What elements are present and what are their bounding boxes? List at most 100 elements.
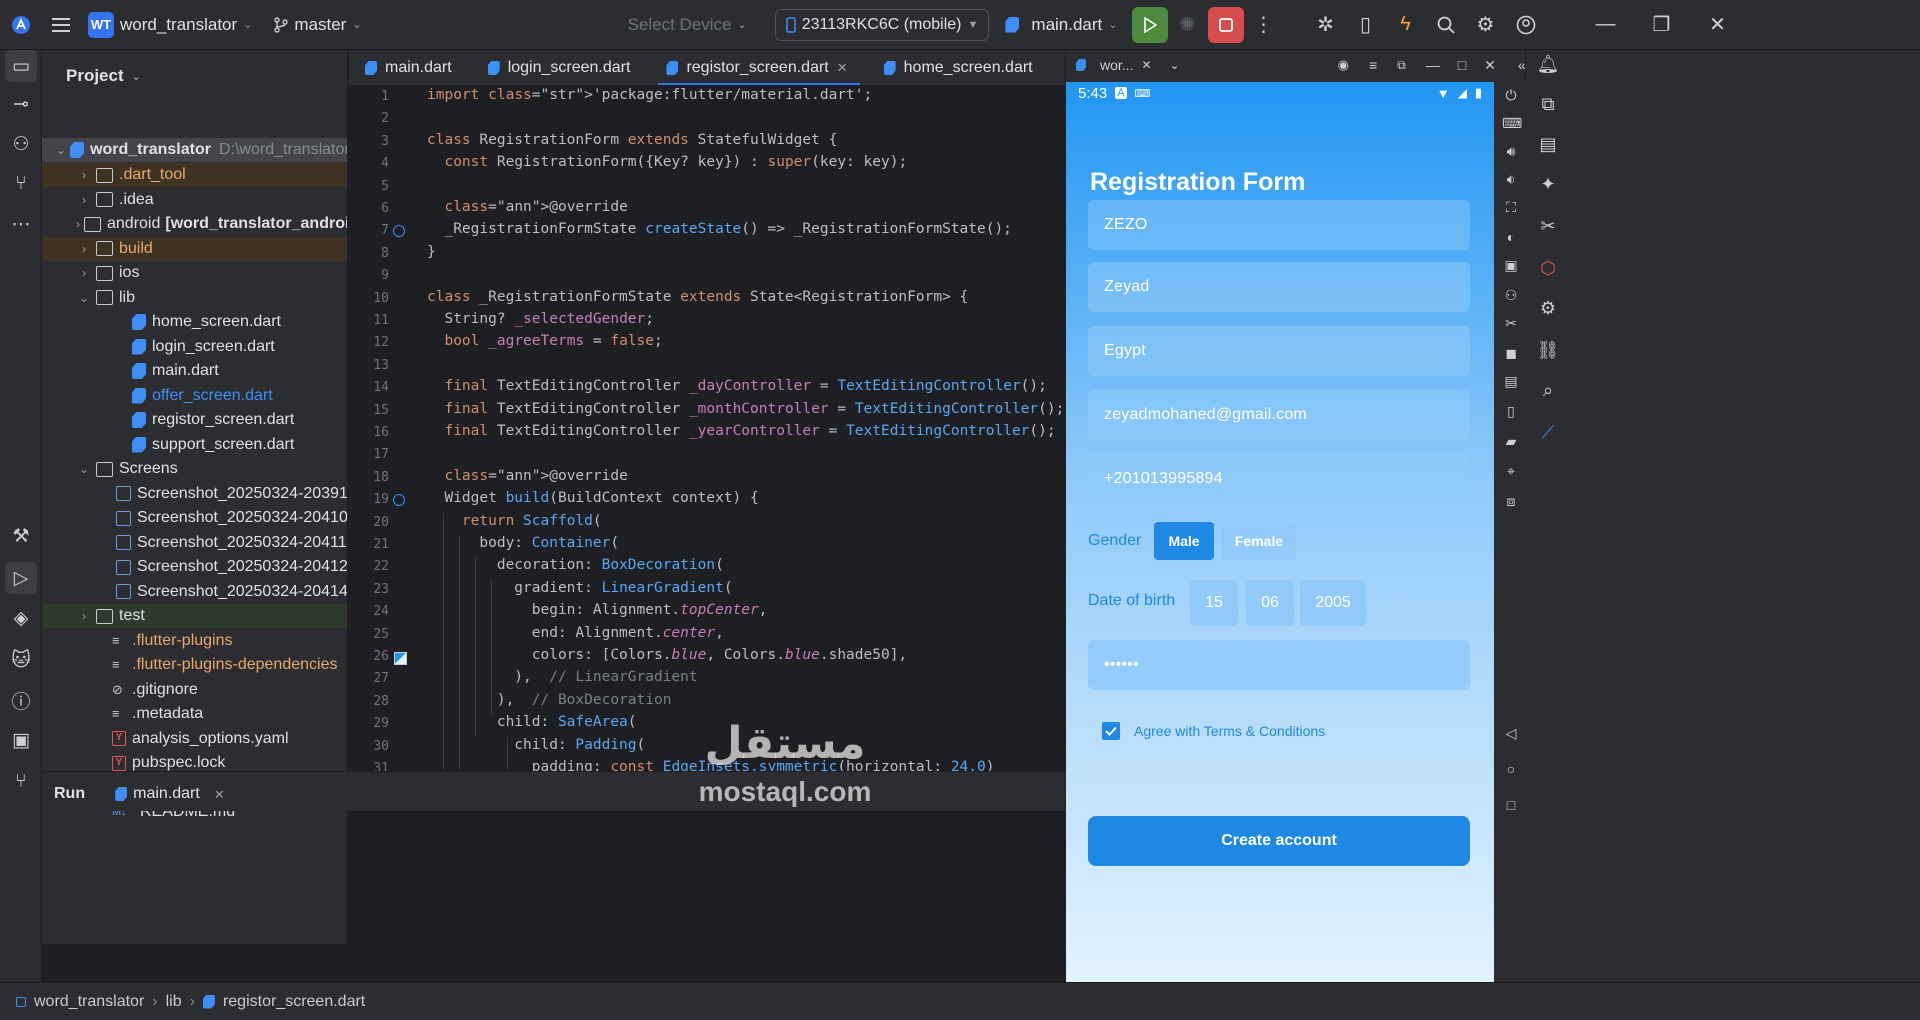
tree-item[interactable]: ≡ .metadata [42,702,347,726]
dob-year-field[interactable]: 2005 [1300,580,1366,626]
tree-item[interactable]: › .dart_tool [42,163,347,187]
terminal-icon[interactable]: ▣ [5,724,37,756]
folder-icon[interactable]: ▣ [1502,256,1520,274]
run-button[interactable] [1131,6,1168,43]
gender-female-chip[interactable]: Female [1222,522,1296,560]
maximize-panel-icon[interactable]: □ [1458,57,1466,73]
tree-item[interactable]: offer_screen.dart [42,384,347,408]
link-icon[interactable]: ⛓ [1534,336,1562,364]
email-field[interactable]: zeyadmohaned@gmail.com [1088,390,1470,440]
external-icon[interactable]: ⧉ [1397,58,1406,73]
snapshot-icon[interactable]: ⧈ [1502,492,1520,510]
expand-arrow-icon[interactable]: › [76,193,92,207]
rotate-icon[interactable]: ◐ [1502,228,1520,246]
breadcrumb-project[interactable]: word_translator [34,993,144,1011]
restore-icon[interactable]: ❐ [1642,5,1682,45]
close-run-tab-icon[interactable]: ✕ [214,787,225,803]
device-mirroring-icon[interactable]: ▯ [1346,5,1386,45]
back-icon[interactable]: ◁ [1502,724,1520,742]
dob-month-field[interactable]: 06 [1246,580,1294,626]
project-panel-header[interactable]: Project ⌄ [42,50,347,102]
expand-arrow-icon[interactable]: › [76,609,92,623]
close-emulator-tab-icon[interactable]: ✕ [1141,58,1151,72]
tree-item[interactable]: ⌄ lib [42,286,347,310]
git-icon[interactable]: ⑂ [5,766,37,798]
country-field[interactable]: Egypt [1088,326,1470,376]
name-field[interactable]: Zeyad [1088,262,1470,312]
pull-requests-icon[interactable]: ⑂ [5,168,37,200]
collapse-arrow-icon[interactable]: ⌄ [76,462,92,476]
tree-item[interactable]: › build [42,236,347,261]
project-switcher[interactable]: WT word_translator ⌄ [80,7,260,43]
close-tab-icon[interactable]: ✕ [837,60,848,76]
menu-icon[interactable]: ≡ [1369,57,1377,73]
attach-debugger-icon[interactable]: ✲ [1306,5,1346,45]
override-marker-icon[interactable] [393,225,405,238]
minimize-panel-icon[interactable]: — [1426,57,1440,73]
chevron-down-icon[interactable]: ⌄ [1170,58,1180,72]
keyboard-icon[interactable]: ⌨ [1502,114,1522,132]
volume-down-icon[interactable]: 🔉︎ [1502,170,1520,188]
override-marker-icon[interactable] [393,494,405,507]
gender-male-chip[interactable]: Male [1154,522,1214,560]
problems-icon[interactable]: ⓘ [5,684,37,716]
phone-field[interactable]: +201013995894 [1088,454,1470,504]
tree-item[interactable]: › test [42,604,347,628]
tree-item[interactable]: home_screen.dart [42,310,347,334]
run-panel-title[interactable]: Run [54,785,85,803]
files-icon[interactable]: ▰ [1502,432,1520,450]
code-editor[interactable]: 1 2 3 4 5 6 7 8 9 10 11 12 13 14 15 16 17 18 19 20 21 22 23 24 2… [349,87,1065,771]
project-folder-icon[interactable]: ▭ [5,50,37,82]
tree-item[interactable]: Screenshot_20250324-203916.pn [42,482,347,506]
more-tools-icon[interactable]: ⋯ [5,208,37,240]
power-icon[interactable]: ⏻ [1502,86,1520,104]
record-icon[interactable]: ◼ [1502,344,1520,362]
run-config-dropdown[interactable]: main.dart ⌄ [997,7,1125,43]
account-icon[interactable] [1506,5,1546,45]
gradle-icon[interactable]: ⬡ [1534,254,1562,282]
location-icon[interactable]: ⌖ [1502,462,1520,480]
terms-label[interactable]: Agree with Terms & Conditions [1134,723,1325,739]
flutter-outline-icon[interactable]: ⟋ [1534,418,1562,446]
tab-main-dart[interactable]: main.dart [349,50,472,85]
device-icon[interactable]: ▯ [1502,402,1520,420]
tab-home-screen[interactable]: home_screen.dart [868,50,1053,85]
dob-day-field[interactable]: 15 [1190,580,1238,626]
notifications-icon[interactable]: 🔔︎ [1534,50,1562,78]
tree-item[interactable]: ⊘ .gitignore [42,678,347,702]
tree-item[interactable]: Screenshot_20250324-204128.pn [42,555,347,579]
hot-reload-icon[interactable]: ϟ [1386,5,1426,45]
tree-item[interactable]: ⌄ Screens [42,457,347,481]
robot-icon[interactable]: ⚇ [1502,286,1520,304]
build-variants-icon[interactable]: ⚒ [5,520,37,552]
expand-arrow-icon[interactable]: › [76,168,92,182]
emulator-tab-label[interactable]: wor... [1100,57,1133,73]
close-icon[interactable]: ✕ [1698,5,1738,45]
commit-icon[interactable]: ⊸ [5,88,37,120]
gem-icon[interactable]: ◈ [5,602,37,634]
tree-root[interactable]: ⌄ word_translator D:\word_translator [42,138,347,162]
main-menu-icon[interactable] [42,5,80,45]
run-tab-label[interactable]: main.dart [133,785,200,803]
tree-item[interactable]: › ios [42,261,347,285]
tab-login-screen[interactable]: login_screen.dart [472,50,651,85]
flutter-inspector-icon[interactable]: ⧉ [1534,90,1562,118]
tree-item[interactable]: main.dart [42,359,347,383]
breadcrumb-lib[interactable]: lib [166,993,182,1011]
debug-icon[interactable]: ✺ [1168,5,1208,45]
create-account-button[interactable]: Create account [1088,816,1470,866]
clipboard-icon[interactable]: ▤ [1502,372,1520,390]
tree-item[interactable]: › .idea [42,188,347,212]
overview-icon[interactable]: □ [1502,796,1520,814]
more-actions-icon[interactable]: ⋮ [1244,5,1284,45]
expand-arrow-icon[interactable]: › [76,242,92,256]
stop-button[interactable] [1207,6,1244,43]
gemini-icon[interactable]: ✦ [1534,170,1562,198]
branch-switcher[interactable]: master ⌄ [266,7,369,43]
app-logo-icon[interactable] [0,5,42,45]
settings-gear-icon[interactable]: ⚙ [1466,5,1506,45]
close-panel-icon[interactable]: ✕ [1484,57,1496,74]
device-dropdown[interactable]: 23113RKC6C (mobile) ▼ [774,8,990,41]
tree-item[interactable]: Screenshot_20250324-204109.pn [42,506,347,530]
nickname-field[interactable]: ZEZO [1088,200,1470,250]
